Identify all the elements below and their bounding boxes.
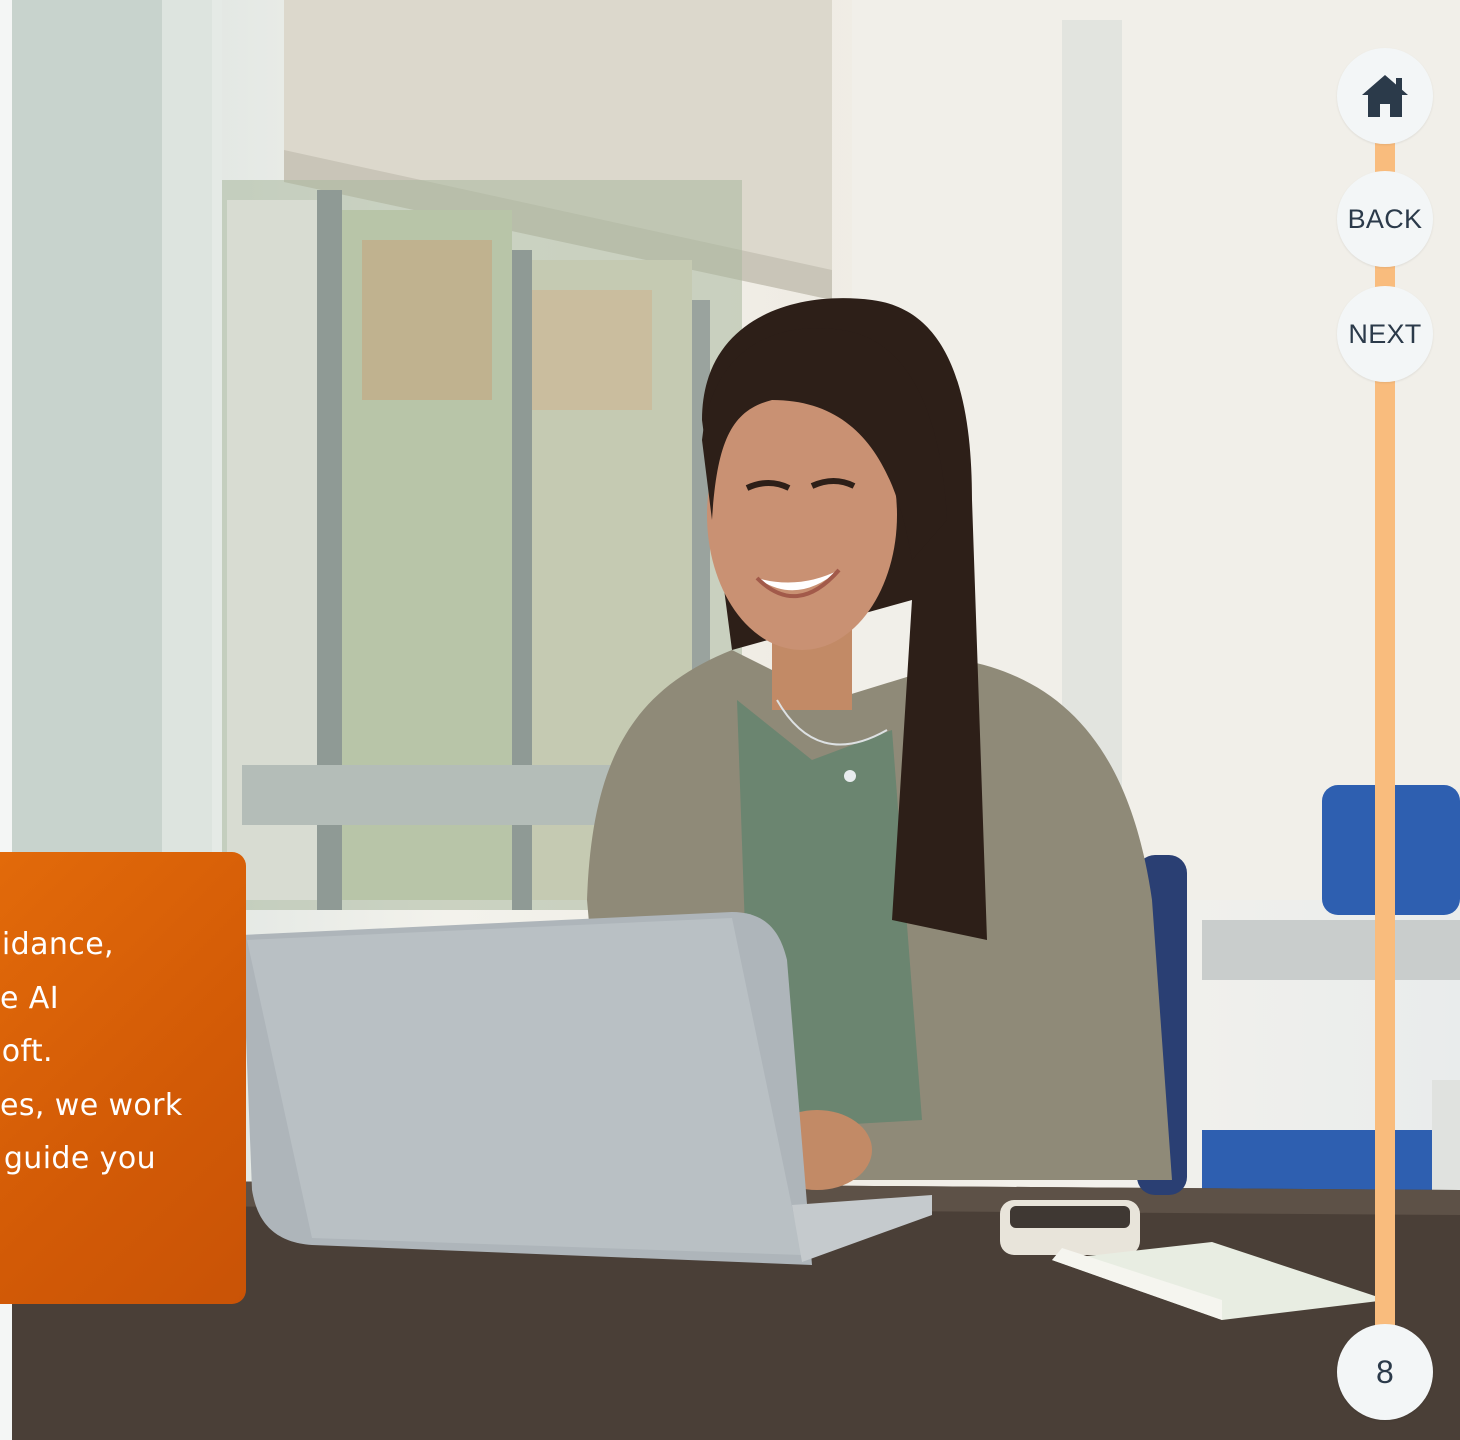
card-line: idance, xyxy=(1,927,114,962)
back-button-label: BACK xyxy=(1347,203,1423,234)
card-line: guide you xyxy=(3,1141,156,1176)
next-button-label: NEXT xyxy=(1348,318,1422,349)
home-icon xyxy=(1362,75,1408,117)
page-number: 8 xyxy=(1375,1353,1395,1390)
card-line: oft. xyxy=(1,1034,53,1069)
card-text: idance, e AI oft. es, we work guide you xyxy=(0,918,246,1186)
back-button[interactable]: BACK xyxy=(1337,171,1433,267)
card-line: e AI xyxy=(0,980,59,1016)
page-number-badge: 8 xyxy=(1337,1324,1433,1420)
page: idance, e AI oft. es, we work guide you … xyxy=(0,0,1460,1440)
home-button[interactable] xyxy=(1337,48,1433,144)
content-card: idance, e AI oft. es, we work guide you xyxy=(0,852,246,1304)
card-line: es, we work xyxy=(0,1087,183,1123)
next-button[interactable]: NEXT xyxy=(1337,286,1433,382)
